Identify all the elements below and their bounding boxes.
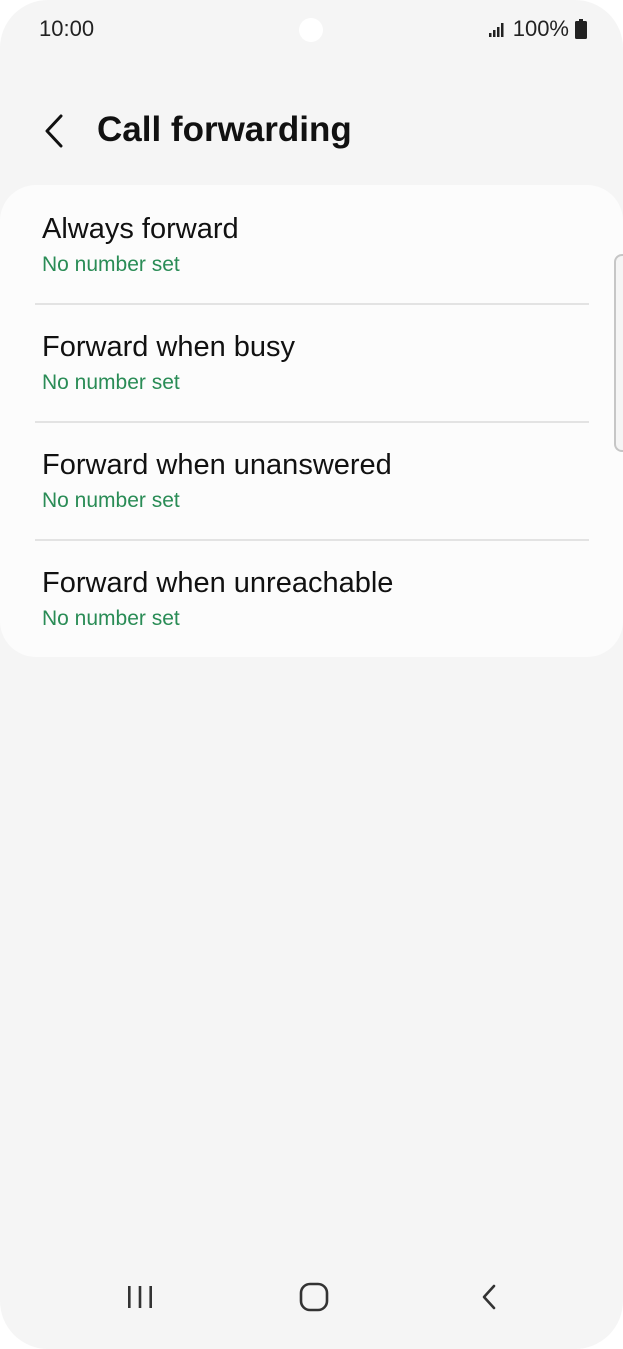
navigation-bar: [0, 1259, 623, 1349]
front-camera: [299, 18, 323, 42]
app-bar: Call forwarding: [0, 100, 623, 162]
page-title: Call forwarding: [97, 110, 352, 149]
nav-back-button[interactable]: [459, 1277, 519, 1317]
status-indicators: 100%: [488, 16, 587, 42]
recent-apps-button[interactable]: [110, 1277, 170, 1317]
setting-title: Always forward: [42, 213, 239, 245]
setting-title: Forward when unreachable: [42, 567, 394, 599]
signal-icon: [488, 23, 504, 37]
setting-forward-when-busy[interactable]: Forward when busy No number set: [0, 303, 623, 421]
status-bar: 10:00 100%: [0, 0, 623, 60]
back-button[interactable]: [34, 108, 74, 154]
home-button[interactable]: [284, 1277, 344, 1317]
setting-forward-when-unreachable[interactable]: Forward when unreachable No number set: [0, 539, 623, 657]
setting-subtitle: No number set: [42, 607, 180, 630]
setting-title: Forward when busy: [42, 331, 296, 363]
phone-screen: 10:00 100% Call forwarding Always forwar…: [0, 0, 623, 1349]
settings-card: Always forward No number set Forward whe…: [0, 185, 623, 657]
chevron-left-icon: [45, 114, 63, 148]
setting-subtitle: No number set: [42, 371, 180, 394]
recent-apps-icon: [128, 1286, 152, 1308]
battery-icon: [575, 19, 587, 39]
back-icon: [482, 1284, 496, 1310]
setting-title: Forward when unanswered: [42, 449, 392, 481]
setting-subtitle: No number set: [42, 489, 180, 512]
battery-percent: 100%: [512, 16, 569, 41]
setting-subtitle: No number set: [42, 253, 180, 276]
home-icon: [299, 1282, 329, 1312]
setting-forward-when-unanswered[interactable]: Forward when unanswered No number set: [0, 421, 623, 539]
setting-always-forward[interactable]: Always forward No number set: [0, 185, 623, 303]
status-time: 10:00: [39, 16, 95, 41]
scrollbar[interactable]: [614, 254, 623, 452]
